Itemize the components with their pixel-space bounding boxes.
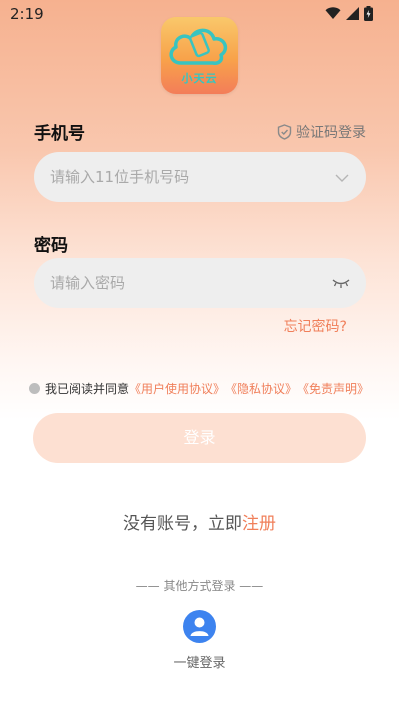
agreement-prefix: 我已阅读并同意 [45,382,130,396]
one-key-login-label[interactable]: 一键登录 [0,652,399,671]
password-field[interactable] [34,258,366,308]
sms-login-link[interactable]: 验证码登录 [277,122,366,142]
cellular-signal-icon [346,7,359,20]
privacy-link[interactable]: 《隐私协议》 [225,380,297,397]
agreement-row: 我已阅读并同意 《用户使用协议》 《隐私协议》 《免责声明》 [29,380,369,397]
app-logo: 小天云 [161,17,238,94]
chevron-down-icon[interactable] [334,170,350,186]
logo-text: 小天云 [181,72,218,85]
register-row: 没有账号，立即注册 [0,509,399,534]
status-time: 2:19 [10,5,44,23]
status-icons [325,6,373,21]
login-button[interactable]: 登录 [33,413,366,463]
other-login-divider: —— 其他方式登录 —— [135,579,264,593]
battery-icon [364,6,373,21]
shield-check-icon [277,124,292,140]
forgot-password-link[interactable]: 忘记密码? [284,316,347,336]
user-icon [190,617,209,636]
register-link[interactable]: 注册 [242,514,276,534]
disclaimer-link[interactable]: 《免责声明》 [297,380,369,397]
sms-login-label: 验证码登录 [296,125,366,141]
phone-label: 手机号 [34,124,85,144]
phone-input[interactable] [50,152,320,202]
password-label: 密码 [34,236,68,256]
register-prefix: 没有账号，立即 [123,514,242,534]
eye-closed-icon[interactable] [332,276,350,290]
user-agreement-link[interactable]: 《用户使用协议》 [129,380,225,397]
password-input[interactable] [50,258,320,308]
one-key-login-button[interactable] [183,610,216,643]
phone-field[interactable] [34,152,366,202]
agreement-radio[interactable] [29,383,40,394]
wifi-icon [325,7,341,19]
cloud-phone-icon [169,28,228,65]
